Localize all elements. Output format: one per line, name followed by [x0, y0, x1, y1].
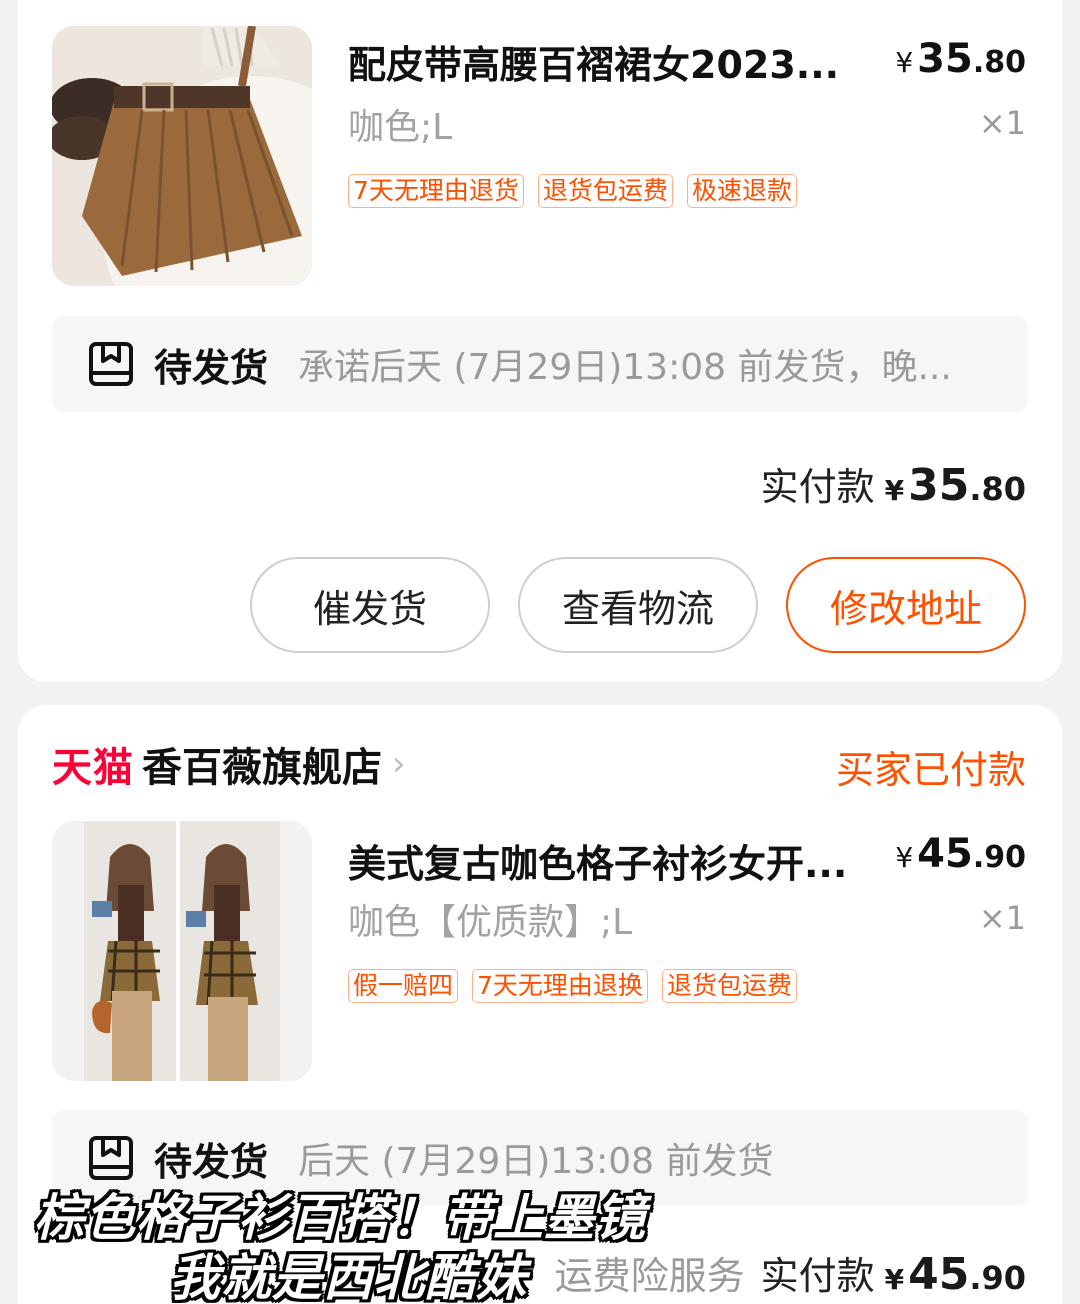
- product-price: ¥45.90: [895, 831, 1026, 877]
- overlay-caption: 我就是西北酷妹: [170, 1249, 527, 1304]
- price-decimal: .90: [972, 840, 1026, 875]
- product-thumbnail[interactable]: [52, 821, 312, 1081]
- status-label: 待发货: [154, 345, 269, 390]
- service-tag: 退货包运费: [537, 174, 673, 208]
- payment-label: 实付款: [760, 465, 875, 509]
- service-tags: 7天无理由退货 退货包运费 极速退款: [348, 174, 797, 208]
- currency-symbol: ¥: [884, 1263, 905, 1296]
- product-quantity: ×1: [978, 899, 1026, 937]
- payment-decimal: .80: [969, 470, 1026, 508]
- model-plaid-shirt-photo: [52, 821, 312, 1081]
- service-tag: 极速退款: [686, 174, 797, 208]
- payment-integer: 45: [908, 1249, 970, 1300]
- product-thumbnail[interactable]: [52, 26, 312, 286]
- price-integer: 35: [917, 36, 973, 82]
- actual-payment: 实付款 ¥ 35 .80: [761, 456, 1026, 511]
- package-box-icon: [89, 1136, 133, 1180]
- product-title[interactable]: 配皮带高腰百褶裙女2023...: [348, 34, 839, 89]
- shipping-status-bar[interactable]: 待发货 承诺后天 (7月29日)13:08 前发货，晚...: [52, 316, 1028, 412]
- chevron-right-icon: ›: [392, 744, 406, 784]
- order-status: 买家已付款: [835, 748, 1026, 792]
- brown-pleated-skirt-image: [52, 26, 312, 286]
- currency-symbol: ¥: [895, 46, 914, 79]
- price-integer: 45: [917, 831, 973, 877]
- currency-symbol: ¥: [895, 841, 914, 874]
- payment-label: 实付款: [760, 1254, 875, 1298]
- package-box-icon: [89, 342, 133, 386]
- product-quantity: ×1: [978, 104, 1026, 142]
- view-logistics-button[interactable]: 查看物流: [518, 557, 758, 653]
- store-name: 香百薇旗舰店: [142, 745, 382, 791]
- payment-decimal: .90: [969, 1259, 1026, 1297]
- actual-payment: 运费险服务 实付款 ¥ 45 .90: [555, 1245, 1026, 1300]
- order-card: 配皮带高腰百褶裙女2023... ¥35.80 咖色;L ×1 7天无理由退货 …: [18, 0, 1062, 682]
- freight-insurance-service: 运费险服务: [554, 1254, 745, 1298]
- status-description: 承诺后天 (7月29日)13:08 前发货，晚...: [298, 347, 952, 388]
- currency-symbol: ¥: [884, 474, 905, 507]
- product-spec: 咖色【优质款】;L: [348, 902, 633, 943]
- payment-integer: 35: [908, 460, 970, 511]
- service-tag: 7天无理由退货: [348, 174, 524, 208]
- product-title[interactable]: 美式复古咖色格子衬衫女开...: [348, 833, 847, 888]
- store-header[interactable]: 天猫 香百薇旗舰店 ›: [52, 735, 406, 793]
- edit-address-button[interactable]: 修改地址: [786, 557, 1026, 653]
- urge-shipment-button[interactable]: 催发货: [250, 557, 490, 653]
- product-spec: 咖色;L: [348, 107, 453, 148]
- tmall-logo: 天猫: [52, 745, 134, 791]
- service-tags: 假一赔四 7天无理由退换 退货包运费: [348, 969, 797, 1003]
- service-tag: 7天无理由退换: [472, 969, 648, 1003]
- status-description: 后天 (7月29日)13:08 前发货: [298, 1141, 774, 1182]
- service-tag: 退货包运费: [661, 969, 797, 1003]
- service-tag: 假一赔四: [348, 969, 459, 1003]
- product-price: ¥35.80: [895, 36, 1026, 82]
- price-decimal: .80: [972, 45, 1026, 80]
